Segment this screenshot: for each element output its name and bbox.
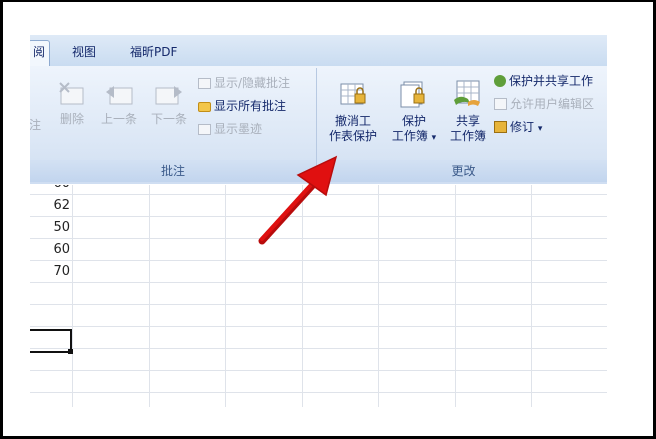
protect-share-icon — [494, 75, 506, 87]
cell-value[interactable]: 62 — [30, 195, 72, 217]
allow-edit-icon — [494, 98, 507, 110]
protect-workbook-label-line1: 保护 — [401, 114, 426, 128]
unprotect-sheet-button[interactable]: 撤消工 作表保护 — [322, 78, 384, 144]
table-row — [30, 371, 607, 393]
sheet-lock-icon — [340, 83, 366, 105]
delete-comment-icon — [59, 82, 84, 105]
comments-group-label: 批注 — [30, 160, 316, 182]
excel-window: 阅 视图 福昕PDF 注 删除 上一条 下一条 显示/隐藏批注 显示所有批注 显… — [30, 35, 607, 407]
new-comment-label: 注 — [30, 118, 41, 132]
ribbon: 注 删除 上一条 下一条 显示/隐藏批注 显示所有批注 显示墨迹 批注 撤消工 … — [30, 66, 607, 184]
cell-value[interactable]: 50 — [30, 217, 72, 239]
track-changes-button[interactable]: 修订 ▾ — [494, 118, 542, 136]
previous-comment-label: 上一条 — [100, 112, 137, 126]
show-hide-comment-label: 显示/隐藏批注 — [214, 76, 291, 90]
show-ink-button[interactable]: 显示墨迹 — [198, 120, 262, 138]
show-ink-icon — [198, 124, 211, 135]
screenshot-frame: 阅 视图 福昕PDF 注 删除 上一条 下一条 显示/隐藏批注 显示所有批注 显… — [0, 0, 656, 439]
show-ink-label: 显示墨迹 — [214, 122, 263, 136]
table-row — [30, 327, 607, 349]
share-workbook-label-line2: 工作簿 — [449, 129, 486, 143]
tab-foxit-pdf[interactable]: 福昕PDF — [126, 41, 181, 66]
column-divider — [531, 185, 532, 407]
table-row: 70 — [30, 261, 607, 283]
protect-workbook-label-line2: 工作簿 — [391, 129, 428, 143]
table-row: 50 — [30, 217, 607, 239]
selected-cell[interactable] — [30, 329, 72, 353]
ribbon-tab-bar: 阅 视图 福昕PDF — [30, 35, 607, 67]
allow-users-edit-ranges-button[interactable]: 允许用户编辑区 — [494, 95, 594, 113]
comments-group: 注 删除 上一条 下一条 显示/隐藏批注 显示所有批注 显示墨迹 批注 — [30, 68, 317, 182]
show-all-comments-button[interactable]: 显示所有批注 — [198, 97, 286, 115]
new-comment-button: 注 — [30, 118, 46, 133]
previous-comment-icon — [106, 86, 133, 105]
cell-value[interactable]: 60 — [30, 185, 72, 195]
track-changes-label: 修订 — [510, 120, 535, 134]
delete-comment-button[interactable]: 删除 — [54, 80, 90, 127]
column-divider — [149, 185, 150, 407]
protect-and-share-button[interactable]: 保护并共享工作 — [494, 72, 593, 90]
delete-comment-label: 删除 — [59, 112, 84, 126]
column-divider — [225, 185, 226, 407]
worksheet-grid[interactable]: 60 62 50 60 70 — [30, 185, 607, 407]
protect-and-share-label: 保护并共享工作 — [509, 74, 594, 88]
track-changes-dropdown-icon: ▾ — [537, 124, 543, 134]
share-workbook-button[interactable]: 共享 工作簿 — [444, 78, 492, 144]
previous-comment-button[interactable]: 上一条 — [96, 80, 142, 127]
unprotect-sheet-label-line2: 作表保护 — [328, 129, 377, 143]
unprotect-sheet-label-line1: 撤消工 — [334, 114, 371, 128]
protect-workbook-button[interactable]: 保护 工作簿 ▾ — [386, 78, 442, 146]
cell-value[interactable]: 60 — [30, 239, 72, 261]
cell-value[interactable]: 70 — [30, 261, 72, 283]
allow-users-edit-ranges-label: 允许用户编辑区 — [510, 97, 595, 111]
show-hide-comment-icon — [198, 78, 211, 89]
changes-group-label: 更改 — [320, 160, 607, 182]
share-workbook-icon — [454, 80, 480, 106]
table-row: 60 — [30, 239, 607, 261]
table-row — [30, 283, 607, 305]
show-all-comments-icon — [198, 102, 211, 112]
protect-workbook-dropdown-icon: ▾ — [431, 133, 437, 143]
next-comment-icon — [155, 86, 182, 105]
next-comment-button[interactable]: 下一条 — [146, 80, 192, 127]
table-row: 62 — [30, 195, 607, 217]
workbook-lock-icon — [400, 81, 425, 108]
table-row — [30, 349, 607, 371]
show-hide-comment-button[interactable]: 显示/隐藏批注 — [198, 74, 290, 92]
track-changes-icon — [494, 121, 507, 133]
column-divider — [378, 185, 379, 407]
column-divider — [72, 185, 73, 407]
changes-group: 撤消工 作表保护 保护 工作簿 ▾ 共享 工作簿 保护并共享工作 允许用户编辑区… — [320, 68, 607, 182]
column-divider — [302, 185, 303, 407]
column-divider — [455, 185, 456, 407]
table-row: 60 — [30, 185, 607, 195]
tab-view[interactable]: 视图 — [68, 41, 100, 66]
tab-review[interactable]: 阅 — [30, 40, 51, 67]
table-row — [30, 305, 607, 327]
show-all-comments-label: 显示所有批注 — [214, 99, 287, 113]
fill-handle[interactable] — [68, 349, 73, 354]
next-comment-label: 下一条 — [150, 112, 187, 126]
share-workbook-label-line1: 共享 — [455, 114, 480, 128]
